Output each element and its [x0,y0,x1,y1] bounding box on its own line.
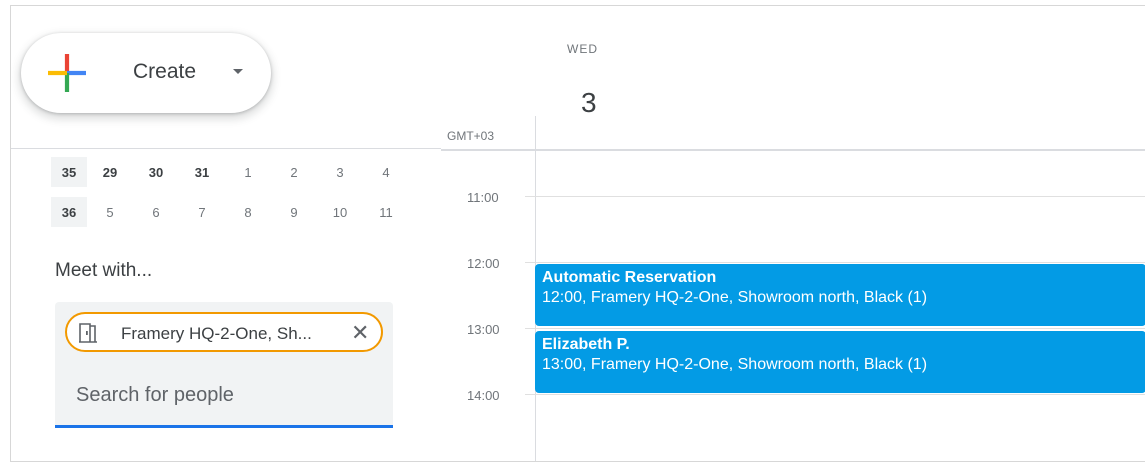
mini-calendar-row: 35 29 30 31 1 2 3 4 [51,157,409,187]
day-number[interactable]: 3 [581,87,597,119]
mini-day[interactable]: 8 [225,197,271,227]
caret-down-icon [233,69,243,74]
mini-day[interactable]: 5 [87,197,133,227]
search-people-input[interactable]: Search for people [76,384,234,407]
room-chip[interactable]: Framery HQ-2-One, Sh... ✕ [65,312,383,352]
mini-day[interactable]: 4 [363,157,409,187]
plus-icon [48,54,86,92]
mini-day[interactable]: 6 [133,197,179,227]
mini-day[interactable]: 3 [317,157,363,187]
hour-line [525,262,1145,263]
event-title: Automatic Reservation [542,269,717,286]
mini-day[interactable]: 11 [363,197,409,227]
week-number: 35 [51,157,87,187]
mini-day[interactable]: 2 [271,157,317,187]
time-label: 12:00 [467,256,500,271]
event-card[interactable]: Automatic Reservation 12:00, Framery HQ-… [535,264,1145,326]
mini-calendar-row: 36 5 6 7 8 9 10 11 [51,197,409,227]
meet-with-box: Framery HQ-2-One, Sh... ✕ Search for peo… [55,302,393,428]
timezone-label: GMT+03 [447,129,495,143]
time-label: 11:00 [467,190,499,205]
create-button[interactable]: Create [21,33,271,113]
hour-line [525,394,1145,395]
hour-line [525,328,1145,329]
meet-with-title: Meet with... [55,260,153,281]
mini-day[interactable]: 10 [317,197,363,227]
mini-day[interactable]: 1 [225,157,271,187]
week-number: 36 [51,197,87,227]
mini-day[interactable]: 9 [271,197,317,227]
calendar-window: Create 35 29 30 31 1 2 3 4 36 5 6 7 8 9 … [10,5,1145,462]
event-title: Elizabeth P. [542,336,630,353]
mini-day[interactable]: 30 [133,157,179,187]
header-divider [441,149,1145,151]
time-label: 14:00 [467,388,500,403]
left-divider [11,148,441,149]
hour-line [525,196,1145,197]
mini-day[interactable]: 31 [179,157,225,187]
create-label: Create [133,60,197,83]
event-details: 12:00, Framery HQ-2-One, Showroom north,… [542,289,928,306]
event-details: 13:00, Framery HQ-2-One, Showroom north,… [542,356,928,373]
time-label: 13:00 [467,322,500,337]
event-card[interactable]: Elizabeth P. 13:00, Framery HQ-2-One, Sh… [535,331,1145,393]
room-icon [79,323,97,343]
mini-day[interactable]: 7 [179,197,225,227]
day-name: WED [567,42,598,56]
room-chip-label: Framery HQ-2-One, Sh... [121,324,312,343]
close-icon[interactable]: ✕ [351,320,369,346]
mini-day[interactable]: 29 [87,157,133,187]
